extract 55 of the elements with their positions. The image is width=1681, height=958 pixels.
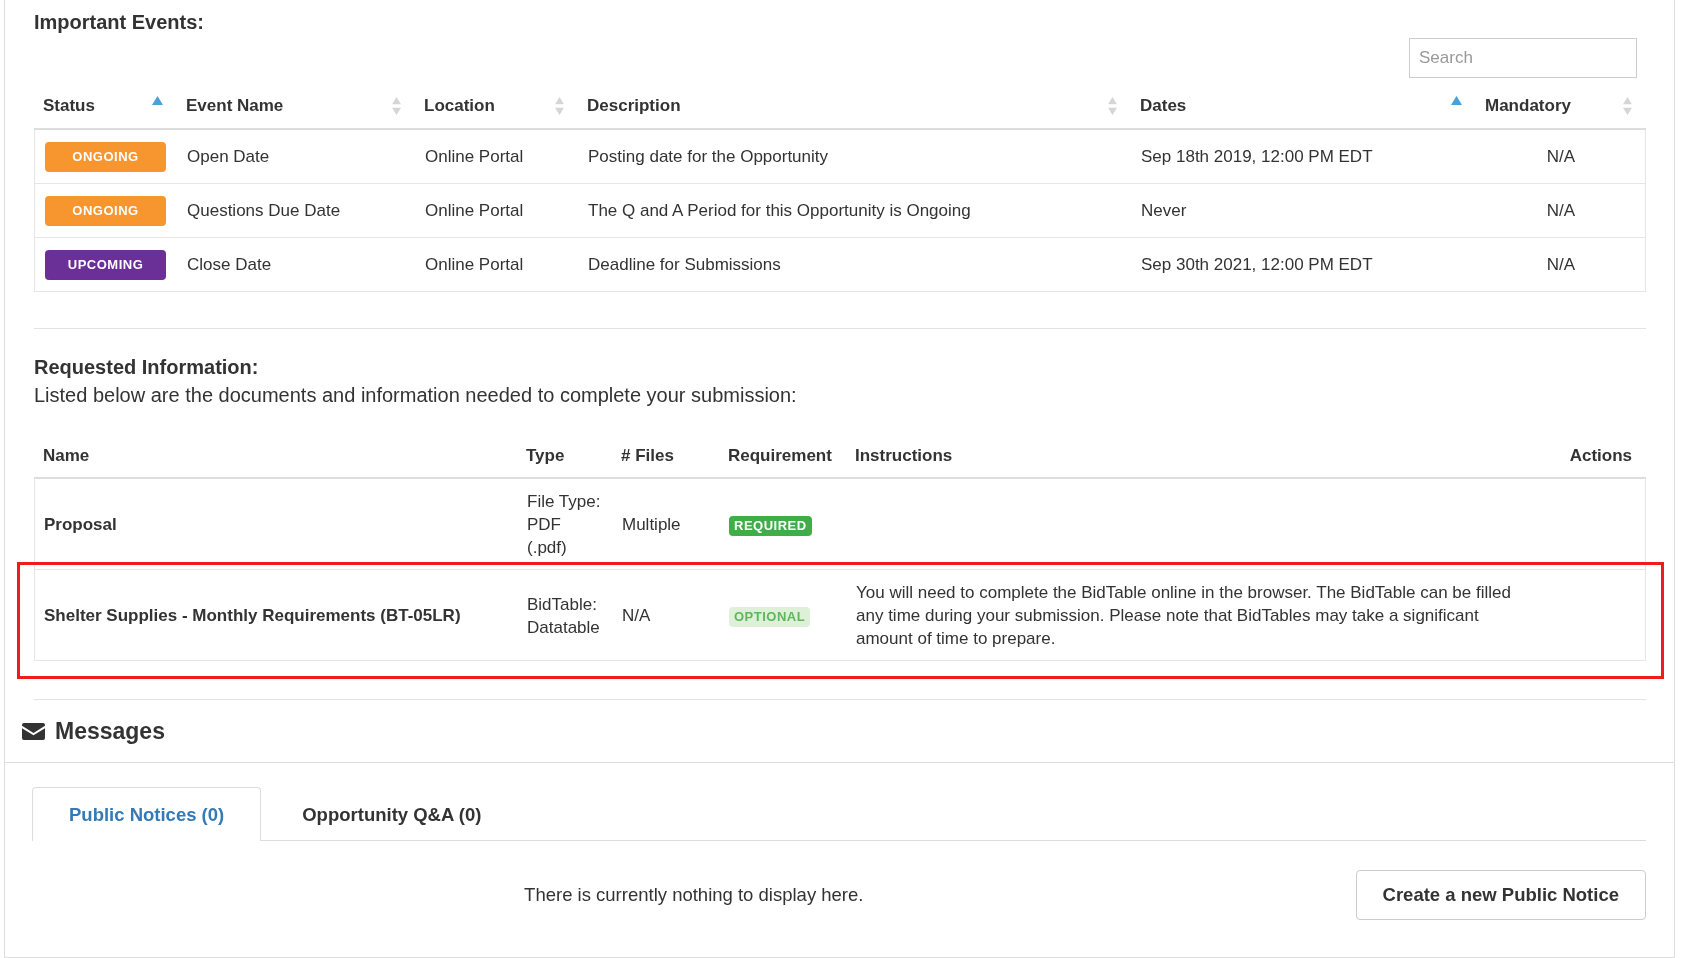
table-cell-text: N/A (1546, 254, 1576, 276)
table-cell-text: File Type: PDF (.pdf) (527, 491, 602, 559)
table-cell-text: Never (1141, 200, 1187, 222)
table-cell-text: The Q and A Period for this Opportunity is Ongoing (588, 200, 971, 222)
column-header[interactable]: Mandatory (1485, 96, 1571, 116)
section-title: Important Events: (34, 10, 205, 35)
table-cell-text: N/A (1546, 146, 1576, 168)
optional-badge: OPTIONAL (729, 607, 811, 627)
table-cell-text: You will need to complete the BidTable online in the browser. The BidTable can be filled any time during your submission. Please note that BidTables may take a significant amount of time to prepare. (856, 582, 1512, 650)
section-title: Requested Information: (34, 355, 259, 380)
column-header[interactable]: Description (587, 96, 681, 116)
required-badge: REQUIRED (729, 516, 812, 536)
table-cell-text: Proposal (44, 514, 117, 536)
column-header: Name (43, 446, 90, 466)
column-header[interactable]: Dates (1140, 96, 1187, 116)
tab[interactable]: Opportunity Q&A (0) (265, 787, 519, 841)
column-header: # Files (621, 446, 674, 466)
status-badge: ONGOING (45, 141, 166, 172)
table-cell-text: Posting date for the Opportunity (588, 146, 829, 168)
column-header[interactable]: Event Name (186, 96, 284, 116)
tab[interactable]: Public Notices (0) (32, 787, 262, 841)
column-header: Actions (1569, 446, 1632, 466)
column-header[interactable]: Location (424, 96, 495, 116)
status-badge: UPCOMING (45, 249, 166, 280)
table-cell-text: Questions Due Date (187, 200, 341, 222)
sort-icon[interactable] (392, 97, 401, 115)
table-cell-text: Deadline for Submissions (588, 254, 781, 276)
table-cell-text: BidTable: Datatable (527, 593, 601, 639)
sort-ascending-icon[interactable] (152, 95, 163, 105)
table-cell-text: Online Portal (425, 146, 524, 168)
envelope-icon (22, 722, 45, 740)
table-cell-text: Close Date (187, 254, 272, 276)
table-cell-text: N/A (622, 605, 651, 627)
column-header[interactable]: Status (43, 96, 95, 116)
table-cell-text: Sep 30th 2021, 12:00 PM EDT (1141, 254, 1373, 276)
column-header: Instructions (855, 446, 953, 466)
table-cell-text: Shelter Supplies - Monthly Requirements (BT-05LR) (44, 605, 461, 627)
status-badge: ONGOING (45, 195, 166, 226)
search-field[interactable]: Search (1409, 38, 1637, 78)
table-cell-text: Open Date (187, 146, 270, 168)
table-cell-text: Online Portal (425, 254, 524, 276)
table-cell-text: Sep 18th 2019, 12:00 PM EDT (1141, 146, 1373, 168)
section-description: Listed below are the documents and information needed to complete your submission: (34, 383, 797, 408)
empty-message: There is currently nothing to display here. (524, 884, 864, 906)
panel-title: Messages (55, 717, 165, 745)
sort-icon[interactable] (1623, 97, 1632, 115)
column-header: Type (526, 446, 565, 466)
table-cell-text: Multiple (622, 514, 681, 536)
table-cell-text: Online Portal (425, 200, 524, 222)
column-header: Requirement (728, 446, 832, 466)
sort-ascending-icon[interactable] (1451, 95, 1462, 105)
table-cell-text: N/A (1546, 200, 1576, 222)
sort-icon[interactable] (555, 97, 564, 115)
sort-icon[interactable] (1108, 97, 1117, 115)
create-notice-button[interactable]: Create a new Public Notice (1355, 870, 1646, 920)
